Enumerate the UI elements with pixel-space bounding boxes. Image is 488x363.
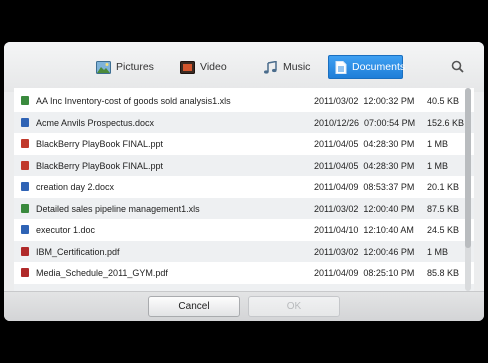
file-size: 152.6 KB bbox=[427, 117, 465, 128]
file-name: BlackBerry PlayBook FINAL.ppt bbox=[36, 139, 164, 149]
file-size: 85.8 KB bbox=[427, 268, 460, 278]
dialog-footer: Cancel OK bbox=[4, 291, 484, 321]
file-row[interactable]: AA Inc Inventory-cost of goods sold anal… bbox=[14, 90, 474, 112]
file-picker-dialog: Pictures Video Music Documents AA Inc In… bbox=[4, 42, 484, 321]
file-name: creation day 2.docx bbox=[36, 182, 115, 192]
file-size: 40.5 KB bbox=[427, 96, 460, 106]
file-row[interactable]: executor 1.doc 2011/04/10 12:10:40 AM 24.5… bbox=[14, 219, 474, 241]
tab-video-label: Video bbox=[200, 61, 227, 73]
file-date: 2011/03/02 12:00:40 PM bbox=[314, 203, 415, 214]
file-name: AA Inc Inventory-cost of goods sold anal… bbox=[36, 96, 231, 106]
video-icon bbox=[180, 60, 195, 74]
file-name: Acme Anvils Prospectus.docx bbox=[36, 117, 155, 128]
pictures-icon bbox=[96, 60, 111, 74]
file-row-partial[interactable] bbox=[14, 283, 474, 291]
file-row[interactable]: BlackBerry PlayBook FINAL.ppt 2011/04/05 … bbox=[14, 133, 474, 155]
file-list-scrollbar[interactable] bbox=[465, 88, 471, 291]
tab-music-label: Music bbox=[283, 61, 311, 73]
doc-file-icon bbox=[21, 117, 29, 127]
xls-file-icon bbox=[21, 203, 29, 213]
file-size: 87.5 KB bbox=[427, 203, 460, 214]
file-row[interactable]: Acme Anvils Prospectus.docx 2010/12/26 07… bbox=[14, 111, 474, 133]
file-name: executor 1.doc bbox=[36, 225, 96, 235]
file-row[interactable]: Detailed sales pipeline management1.xls 2… bbox=[14, 197, 474, 219]
documents-icon bbox=[335, 60, 347, 74]
tab-pictures[interactable]: Pictures bbox=[96, 55, 154, 79]
file-name: BlackBerry PlayBook FINAL.ppt bbox=[36, 160, 164, 171]
file-name: IBM_Certification.pdf bbox=[36, 246, 120, 257]
file-row[interactable]: Media_Schedule_2011_GYM.pdf 2011/04/09 08… bbox=[14, 262, 474, 284]
file-row[interactable]: IBM_Certification.pdf 2011/03/02 12:00:46… bbox=[14, 240, 474, 262]
doc-file-icon bbox=[21, 182, 29, 191]
search-icon bbox=[451, 60, 464, 73]
file-name: Detailed sales pipeline management1.xls bbox=[36, 203, 200, 214]
tab-pictures-label: Pictures bbox=[116, 61, 154, 73]
file-size: 20.1 KB bbox=[427, 182, 460, 192]
file-date: 2011/03/02 12:00:32 PM bbox=[314, 96, 415, 106]
xls-file-icon bbox=[21, 96, 29, 105]
file-size: 24.5 KB bbox=[427, 225, 460, 235]
file-date: 2010/12/26 07:00:54 PM bbox=[314, 117, 416, 128]
ppt-file-icon bbox=[21, 160, 29, 170]
file-date: 2011/04/05 04:28:30 PM bbox=[314, 160, 415, 171]
tab-documents-label: Documents bbox=[352, 61, 406, 73]
scrollbar-thumb[interactable] bbox=[465, 88, 471, 248]
pdf-file-icon bbox=[21, 246, 29, 256]
tab-video[interactable]: Video bbox=[180, 55, 227, 79]
cancel-button[interactable]: Cancel bbox=[148, 296, 240, 317]
music-icon bbox=[263, 60, 278, 74]
search-button[interactable] bbox=[450, 59, 466, 75]
file-date: 2011/04/05 04:28:30 PM bbox=[314, 139, 415, 149]
file-row[interactable]: BlackBerry PlayBook FINAL.ppt 2011/04/05 … bbox=[14, 154, 474, 176]
file-row[interactable]: creation day 2.docx 2011/04/09 08:53:37 P… bbox=[14, 176, 474, 198]
doc-file-icon bbox=[21, 225, 29, 234]
file-date: 2011/03/02 12:00:46 PM bbox=[314, 246, 415, 257]
file-size: 1 MB bbox=[427, 139, 449, 149]
tab-documents[interactable]: Documents bbox=[328, 55, 406, 79]
ppt-file-icon bbox=[21, 139, 29, 148]
ok-button[interactable]: OK bbox=[248, 296, 340, 317]
file-list[interactable]: AA Inc Inventory-cost of goods sold anal… bbox=[14, 88, 474, 291]
file-date: 2011/04/09 08:53:37 PM bbox=[314, 182, 415, 192]
pdf-file-icon bbox=[21, 268, 29, 277]
media-tab-bar: Pictures Video Music Documents bbox=[4, 42, 484, 92]
file-date: 2011/04/09 08:25:10 PM bbox=[314, 268, 415, 278]
file-size: 1 MB bbox=[427, 246, 449, 257]
tab-music[interactable]: Music bbox=[263, 55, 310, 79]
file-name: Media_Schedule_2011_GYM.pdf bbox=[36, 268, 168, 278]
file-date: 2011/04/10 12:10:40 AM bbox=[314, 225, 414, 235]
file-size: 1 MB bbox=[427, 160, 449, 171]
